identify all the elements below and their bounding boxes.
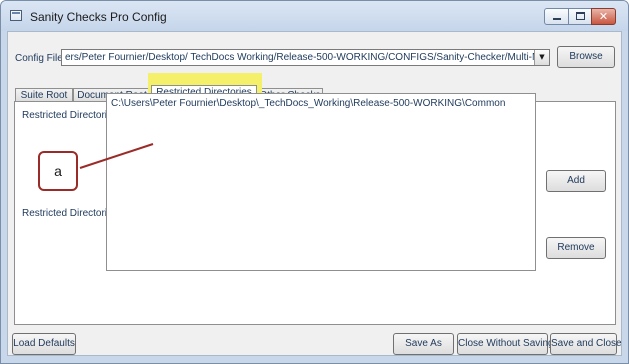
remove-button[interactable]: Remove	[546, 237, 606, 259]
browse-button[interactable]: Browse	[557, 46, 615, 68]
add-button[interactable]: Add	[546, 170, 606, 192]
config-file-select[interactable]: ers/Peter Fournier/Desktop/ TechDocs Wor…	[61, 49, 550, 66]
app-window-icon	[10, 10, 22, 21]
window-title: Sanity Checks Pro Config	[30, 10, 167, 24]
close-icon: ✕	[598, 10, 609, 23]
config-file-path: ers/Peter Fournier/Desktop/ TechDocs Wor…	[65, 52, 549, 63]
save-as-button[interactable]: Save As	[393, 333, 454, 355]
minimize-button[interactable]	[544, 8, 569, 25]
title-bar: Sanity Checks Pro Config ✕	[1, 1, 628, 31]
tab-suite-root[interactable]: Suite Root	[15, 88, 73, 102]
chevron-down-icon[interactable]: ▼	[534, 50, 549, 65]
load-defaults-button[interactable]: Load Defaults	[12, 333, 76, 355]
maximize-icon	[576, 12, 585, 20]
maximize-button[interactable]	[568, 8, 592, 25]
config-file-label: Config File:	[15, 53, 66, 64]
callout-badge: a	[38, 151, 78, 191]
restricted-checkbox-label: Restricted Directories	[22, 110, 118, 121]
restricted-directories-list[interactable]: C:\Users\Peter Fournier\Desktop\_TechDoc…	[106, 93, 536, 271]
minimize-icon	[553, 18, 561, 20]
save-and-close-button[interactable]: Save and Close	[550, 333, 622, 355]
close-without-saving-button[interactable]: Close Without Saving	[457, 333, 554, 355]
list-item[interactable]: C:\Users\Peter Fournier\Desktop\_TechDoc…	[111, 98, 505, 109]
close-button[interactable]: ✕	[591, 8, 616, 25]
